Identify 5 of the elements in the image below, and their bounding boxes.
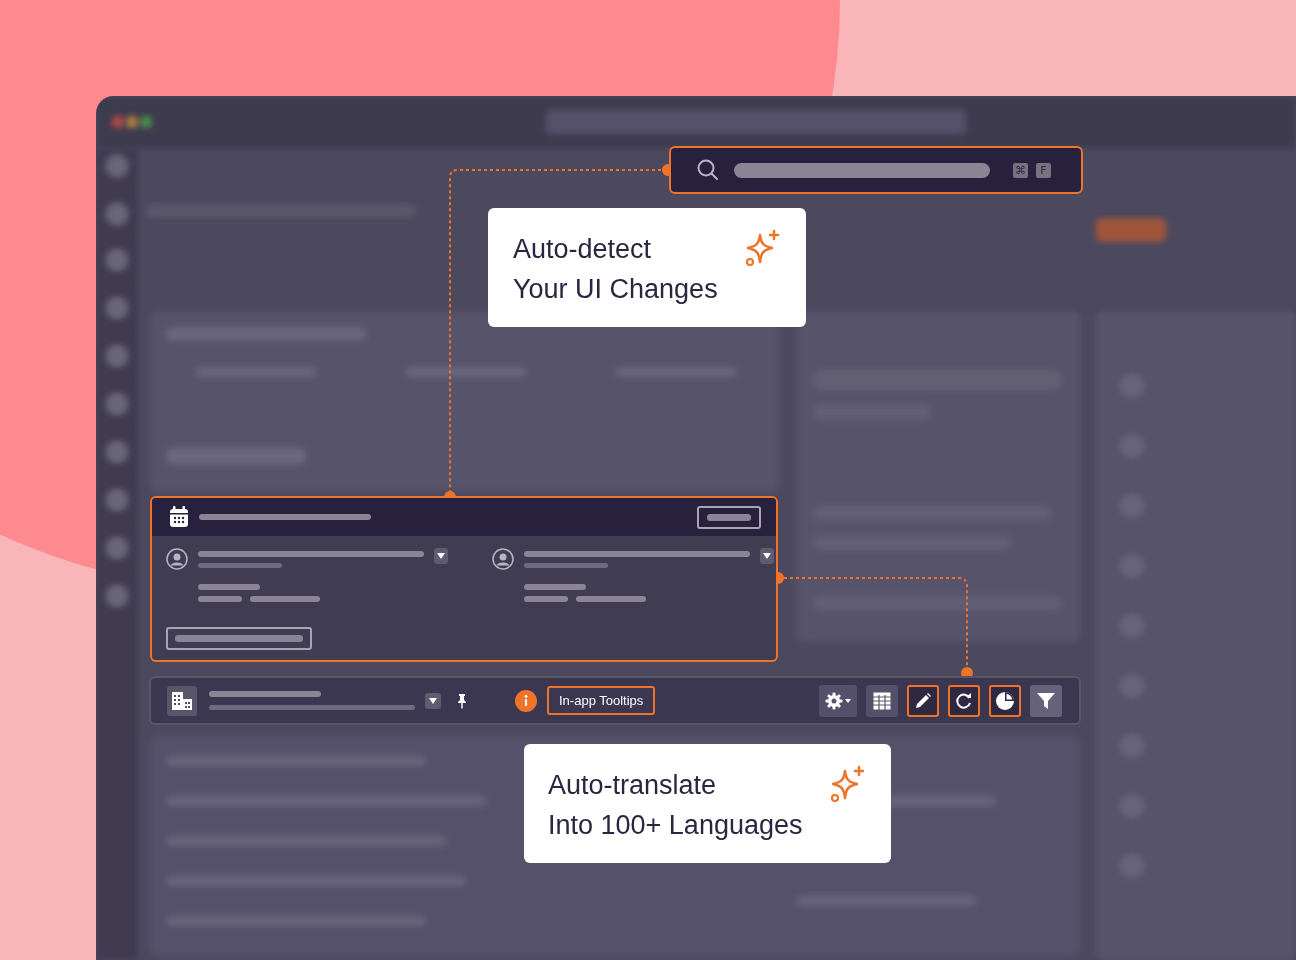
tooltip-tag[interactable]: In-app Tooltips — [547, 686, 656, 715]
callout-text: Auto-translate Into 100+ Languages — [548, 769, 803, 842]
shortcut-key: ⌘ — [1013, 162, 1028, 178]
callout-text: Auto-detect Your UI Changes — [513, 233, 718, 306]
shortcut-key: F — [1036, 162, 1051, 178]
